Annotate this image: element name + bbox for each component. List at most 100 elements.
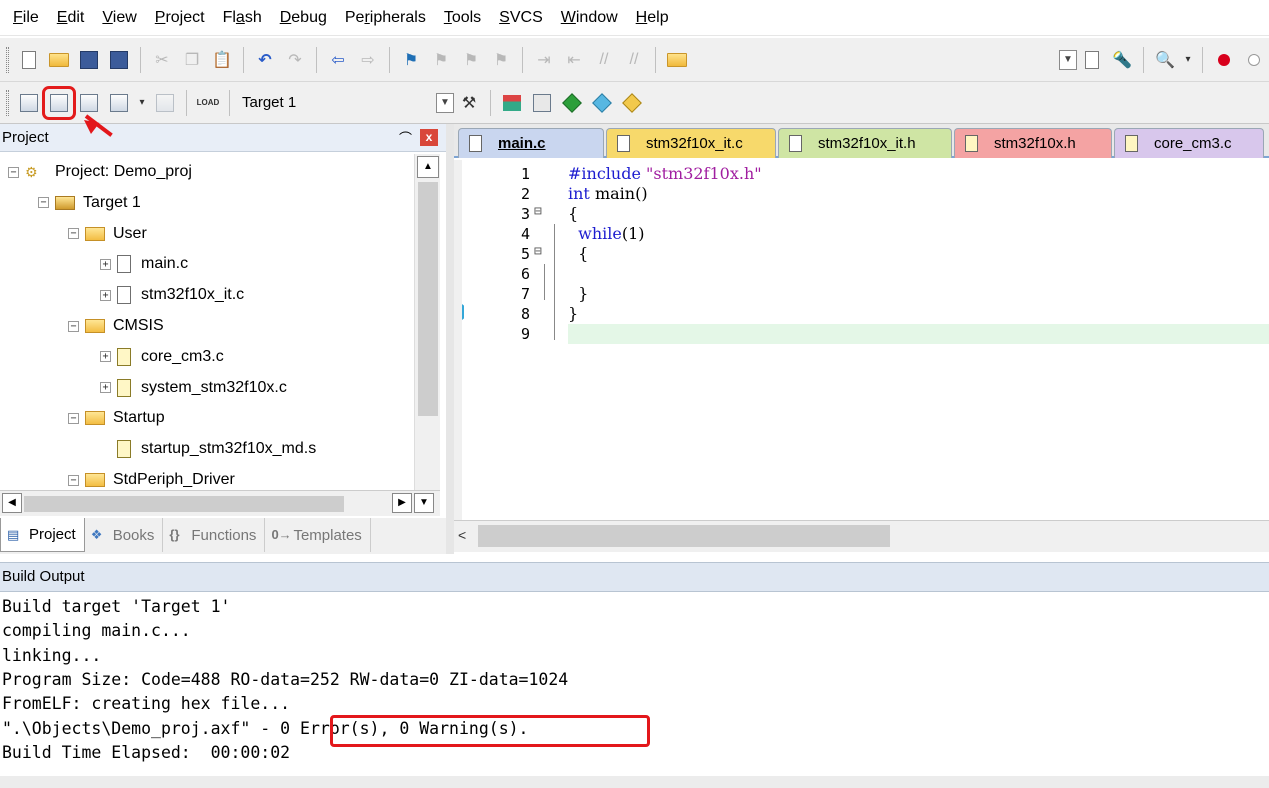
open-file-button[interactable] [46, 47, 72, 73]
collapse-icon[interactable]: − [68, 228, 79, 240]
scroll-down-button[interactable]: ▼ [414, 493, 434, 513]
editor-tab-main-c[interactable]: main.c [458, 128, 604, 158]
expand-icon[interactable]: + [100, 258, 111, 270]
collapse-icon[interactable]: − [68, 412, 79, 424]
tree-node-file[interactable]: + stm32f10x_it.c [100, 280, 244, 310]
find-combo-dropdown[interactable]: ▼ [1059, 49, 1077, 70]
comment-button[interactable]: // [591, 47, 617, 73]
bookmark-button[interactable]: ⚑ [398, 47, 424, 73]
menu-debug[interactable]: Debug [271, 0, 336, 36]
insert-breakpoint-button[interactable] [1211, 47, 1237, 73]
panel-tab-books[interactable]: ❖ Books [85, 518, 164, 552]
menu-view[interactable]: View [93, 0, 145, 36]
scroll-thumb[interactable] [478, 525, 890, 547]
redo-button[interactable]: ↷ [282, 47, 308, 73]
enable-breakpoint-button[interactable] [1241, 47, 1267, 73]
next-bookmark-button[interactable]: ⚑ [458, 47, 484, 73]
tree-node-folder[interactable]: − StdPeriph_Driver [68, 465, 235, 490]
indent-button[interactable]: ⇥ [531, 47, 557, 73]
tree-node-project[interactable]: − ⚙ Project: Demo_proj [8, 157, 192, 187]
software-packs-button[interactable] [619, 90, 645, 116]
browse-button[interactable]: 🔦 [1109, 47, 1135, 73]
target-selector[interactable]: Target 1 [236, 94, 436, 111]
fold-toggle-icon[interactable]: ⊟ [534, 204, 542, 219]
manage-run-time-env-button[interactable] [559, 90, 585, 116]
batch-build-button[interactable] [106, 90, 132, 116]
tree-node-target[interactable]: − Target 1 [38, 188, 141, 218]
scroll-left-button[interactable]: < [458, 527, 466, 543]
unindent-button[interactable]: ⇤ [561, 47, 587, 73]
menu-tools[interactable]: Tools [435, 0, 490, 36]
editor-tab-core-cm3-c[interactable]: core_cm3.c [1114, 128, 1264, 158]
prev-bookmark-button[interactable]: ⚑ [428, 47, 454, 73]
build-button[interactable] [42, 85, 76, 120]
navigate-forward-button[interactable]: ⇨ [355, 47, 381, 73]
pin-icon[interactable]: ⌒ [399, 128, 412, 147]
pack-installer-button[interactable] [589, 90, 615, 116]
expand-icon[interactable]: + [100, 351, 111, 363]
tree-node-folder[interactable]: − User [68, 219, 147, 249]
collapse-icon[interactable]: − [8, 166, 19, 178]
code-editor[interactable]: 1 2 3 4 5 6 7 8 9 #include "stm32f10x.h" int main… [454, 160, 1269, 520]
scroll-right-button[interactable]: ▶ [392, 493, 412, 513]
find-in-files-button[interactable] [664, 47, 690, 73]
project-tree-horizontal-scrollbar[interactable]: ◀ ▶ ▼ [0, 490, 440, 516]
scroll-thumb[interactable] [24, 496, 344, 512]
scroll-left-button[interactable]: ◀ [2, 493, 22, 513]
build-output-window[interactable]: Build target 'Target 1' compiling main.c.… [0, 594, 1269, 774]
panel-splitter[interactable] [446, 124, 454, 554]
toolbar-grip[interactable] [6, 89, 9, 116]
collapse-icon[interactable]: − [38, 197, 49, 209]
expand-icon[interactable]: + [100, 289, 111, 301]
save-all-button[interactable] [106, 47, 132, 73]
new-file-button[interactable] [16, 47, 42, 73]
rebuild-button[interactable] [76, 90, 102, 116]
options-for-target-button[interactable]: ⚒ [456, 90, 482, 116]
close-panel-button[interactable]: x [420, 129, 438, 146]
tree-node-file[interactable]: + main.c [100, 249, 188, 279]
editor-tab-stm32f10x-h[interactable]: stm32f10x.h [954, 128, 1112, 158]
tree-node-keyfile[interactable]: + system_stm32f10x.c [100, 373, 287, 403]
editor-tab-stm32f10x-it-h[interactable]: stm32f10x_it.h [778, 128, 952, 158]
menu-svcs[interactable]: SVCS [490, 0, 552, 36]
download-button[interactable]: LOAD [195, 90, 221, 116]
editor-horizontal-scrollbar[interactable]: < [454, 520, 1269, 552]
tree-node-folder[interactable]: − Startup [68, 403, 165, 433]
editor-margin[interactable] [454, 160, 462, 520]
start-debug-button[interactable]: 🔍 [1152, 47, 1178, 73]
project-tree-vertical-scrollbar[interactable]: ▲ [414, 154, 440, 490]
uncomment-button[interactable]: // [621, 47, 647, 73]
copy-button[interactable]: ❐ [179, 47, 205, 73]
menu-project[interactable]: Project [146, 0, 214, 36]
clear-bookmarks-button[interactable]: ⚑ [488, 47, 514, 73]
menu-flash[interactable]: Flash [214, 0, 271, 36]
tree-node-keyfile[interactable]: + core_cm3.c [100, 342, 224, 372]
panel-tab-project[interactable]: ▤ Project [0, 518, 85, 552]
save-button[interactable] [76, 47, 102, 73]
code-area[interactable]: #include "stm32f10x.h" int main(){ while(… [568, 160, 1269, 520]
stop-build-button[interactable] [152, 90, 178, 116]
menu-edit[interactable]: Edit [48, 0, 94, 36]
tree-node-folder[interactable]: − CMSIS [68, 311, 164, 341]
incremental-find-button[interactable] [1079, 47, 1105, 73]
scroll-thumb[interactable] [418, 182, 438, 416]
collapse-icon[interactable]: − [68, 474, 79, 486]
panel-tab-templates[interactable]: 0→ Templates [265, 518, 371, 552]
undo-button[interactable]: ↶ [252, 47, 278, 73]
cut-button[interactable]: ✂ [149, 47, 175, 73]
menu-peripherals[interactable]: Peripherals [336, 0, 435, 36]
panel-tab-functions[interactable]: {} Functions [163, 518, 266, 552]
tree-node-keyfile[interactable]: startup_stm32f10x_md.s [100, 434, 316, 464]
menu-window[interactable]: Window [552, 0, 627, 36]
batch-build-dropdown[interactable]: ▾ [136, 90, 148, 116]
navigate-back-button[interactable]: ⇦ [325, 47, 351, 73]
editor-tab-stm32f10x-it-c[interactable]: stm32f10x_it.c [606, 128, 776, 158]
collapse-icon[interactable]: − [68, 320, 79, 332]
select-packs-button[interactable] [529, 90, 555, 116]
target-dropdown-button[interactable]: ▼ [436, 92, 454, 113]
fold-toggle-icon[interactable]: ⊟ [534, 244, 542, 259]
manage-project-items-button[interactable] [499, 90, 525, 116]
translate-button[interactable] [16, 90, 42, 116]
menu-file[interactable]: File [4, 0, 48, 36]
expand-icon[interactable]: + [100, 382, 111, 394]
